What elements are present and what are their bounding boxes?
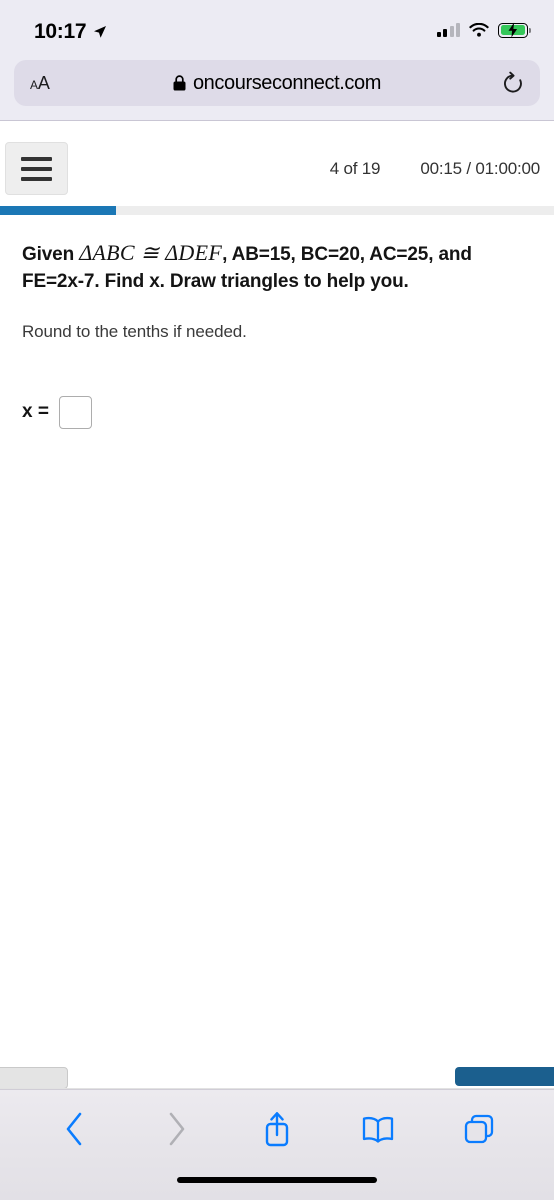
battery-charging-icon bbox=[498, 22, 532, 38]
book-icon bbox=[363, 1116, 394, 1143]
chevron-right-icon bbox=[169, 1112, 185, 1146]
hamburger-menu-icon bbox=[21, 156, 52, 161]
home-indicator bbox=[177, 1177, 377, 1183]
question-subtext: Round to the tenths if needed. bbox=[22, 321, 247, 341]
wifi-icon bbox=[469, 22, 489, 37]
safari-top-chrome: 10:17 AA oncourseconnect.com bbox=[0, 0, 554, 121]
address-bar-center: oncourseconnect.com bbox=[14, 72, 540, 95]
web-page-content: 4 of 19 00:15 / 01:00:00 Given ΔABC ≅ ΔD… bbox=[0, 131, 554, 1089]
toolbar-icon-row bbox=[0, 1090, 554, 1168]
question-area: Given ΔABC ≅ ΔDEF, AB=15, BC=20, AC=25, … bbox=[0, 215, 554, 429]
answer-label: x = bbox=[22, 401, 49, 423]
question-statement: Given ΔABC ≅ ΔDEF, AB=15, BC=20, AC=25, … bbox=[22, 237, 532, 296]
text-size-button[interactable]: AA bbox=[30, 73, 50, 94]
reload-button[interactable] bbox=[502, 71, 524, 95]
tabs-icon bbox=[465, 1114, 494, 1144]
status-bar-clock: 10:17 bbox=[34, 19, 87, 43]
lock-icon bbox=[173, 75, 186, 91]
chrome-divider bbox=[0, 120, 554, 121]
url-text: oncourseconnect.com bbox=[192, 71, 382, 94]
progress-bar-track bbox=[0, 206, 554, 215]
back-button[interactable] bbox=[45, 1101, 105, 1157]
status-bar-right bbox=[436, 22, 532, 38]
share-button[interactable] bbox=[247, 1101, 307, 1157]
hamburger-menu-button[interactable] bbox=[5, 142, 68, 195]
forward-button[interactable] bbox=[146, 1101, 206, 1157]
cellular-signal-icon bbox=[436, 23, 460, 37]
safari-address-bar[interactable]: AA oncourseconnect.com bbox=[14, 60, 540, 106]
tabs-button[interactable] bbox=[449, 1101, 509, 1157]
assessment-header: 4 of 19 00:15 / 01:00:00 bbox=[0, 131, 554, 206]
answer-input[interactable] bbox=[58, 395, 92, 429]
page-counter: 4 of 19 bbox=[329, 158, 381, 178]
chevron-left-icon bbox=[66, 1112, 81, 1146]
next-question-button[interactable] bbox=[455, 1067, 554, 1086]
header-meta: 4 of 19 00:15 / 01:00:00 bbox=[330, 159, 540, 179]
status-bar-left: 10:17 bbox=[34, 19, 107, 42]
reload-icon bbox=[504, 71, 522, 93]
safari-address-bar-row: AA oncourseconnect.com bbox=[0, 60, 554, 120]
progress-bar-fill bbox=[0, 206, 117, 215]
safari-bottom-toolbar bbox=[0, 1089, 554, 1200]
answer-row: x = bbox=[22, 395, 532, 429]
timer: 00:15 / 01:00:00 bbox=[420, 158, 540, 178]
location-arrow-icon bbox=[94, 25, 107, 38]
previous-question-button[interactable] bbox=[0, 1067, 68, 1089]
math-expression: ΔABC ≅ ΔDEF bbox=[79, 240, 223, 265]
ios-status-bar: 10:17 bbox=[0, 0, 554, 60]
bookmarks-button[interactable] bbox=[348, 1101, 408, 1157]
share-icon bbox=[265, 1112, 289, 1147]
question-lead-word: Given bbox=[22, 244, 75, 265]
